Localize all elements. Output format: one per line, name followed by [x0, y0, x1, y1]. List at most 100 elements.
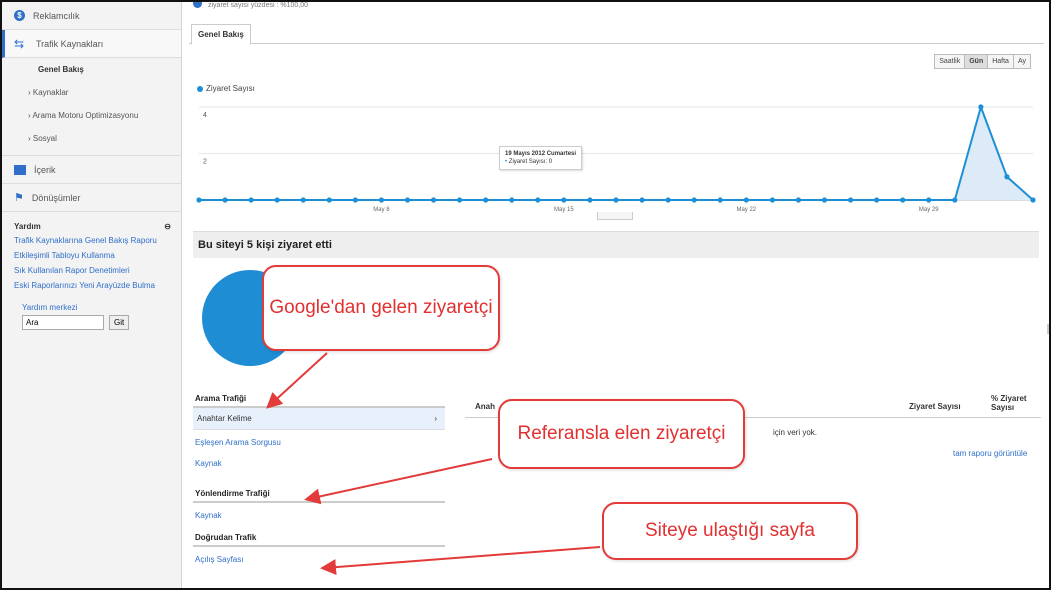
- help-center: Yardım merkezi Git: [14, 303, 171, 330]
- tab-bar: Genel Bakış: [189, 22, 1044, 45]
- top-summary: ziyaret sayısı yüzdesi : %100,00: [193, 2, 308, 9]
- visits-chart[interactable]: 4 2 May 8 May 15 May 22 May 29: [183, 92, 1049, 222]
- help-search-input[interactable]: [22, 315, 104, 330]
- help-link[interactable]: Sık Kullanılan Rapor Denetimleri: [14, 265, 171, 276]
- collapse-icon[interactable]: ⊖: [164, 222, 171, 231]
- callout-referral-visitor: Referansla elen ziyaretçi: [498, 399, 745, 469]
- chart-scroll-handle[interactable]: [597, 212, 633, 220]
- data-point: [222, 197, 228, 203]
- data-point: [378, 197, 385, 203]
- data-point: [509, 197, 515, 203]
- search-traffic-section: Arama Trafiği Anahtar Kelime › Eşleşen A…: [193, 394, 445, 468]
- sidebar-subitem-overview[interactable]: Genel Bakış: [2, 58, 181, 81]
- direct-traffic-section: Doğrudan Trafik Açılış Sayfası: [193, 533, 445, 564]
- legend-dot-icon: [197, 85, 203, 92]
- chevron-right-icon: ›: [434, 414, 437, 423]
- data-point: [952, 197, 958, 203]
- sidebar-item-traffic-sources[interactable]: ⇆ Trafik Kaynakları: [2, 30, 181, 58]
- tooltip-date: 19 Mayıs 2012 Cumartesi: [505, 151, 577, 157]
- landing-page-link[interactable]: Açılış Sayfası: [193, 547, 445, 564]
- data-point: [639, 197, 645, 203]
- sidebar-subitem-social[interactable]: › Sosyal: [2, 127, 181, 150]
- data-point: [926, 197, 932, 203]
- help-header: Yardım ⊖: [14, 222, 171, 231]
- data-point: [1030, 197, 1036, 203]
- range-day-button[interactable]: Gün: [965, 55, 989, 68]
- referral-source-link[interactable]: Kaynak: [193, 503, 445, 520]
- range-hourly-button[interactable]: Saatlik: [935, 55, 966, 68]
- column-header-visit-percent[interactable]: % Ziyaret Sayısı: [991, 394, 1041, 412]
- search-traffic-title: Arama Trafiği: [193, 394, 445, 408]
- data-point: [795, 197, 802, 203]
- flag-icon: ⚑: [14, 192, 24, 204]
- summary-text: ziyaret sayısı yüzdesi : %100,00: [208, 2, 308, 9]
- tooltip-bullet: •: [505, 159, 508, 165]
- data-point: [613, 197, 619, 203]
- help-link[interactable]: Eski Raporlarınızı Yeni Arayüzde Bulma: [14, 280, 171, 291]
- tab-overview[interactable]: Genel Bakış: [191, 24, 251, 45]
- data-point: [691, 197, 697, 203]
- help-panel: Yardım ⊖ Trafik Kaynaklarına Genel Bakış…: [2, 212, 181, 330]
- data-point: [274, 197, 280, 203]
- callout-google-visitor: Google'dan gelen ziyaretçi: [262, 265, 500, 351]
- data-point: [300, 197, 306, 203]
- full-report-link[interactable]: tam raporu görüntüle: [953, 449, 1027, 458]
- help-center-label[interactable]: Yardım merkezi: [22, 303, 171, 312]
- help-link[interactable]: Etkileşimli Tabloyu Kullanma: [14, 250, 171, 261]
- go-button[interactable]: Git: [109, 315, 130, 330]
- matched-query-link[interactable]: Eşleşen Arama Sorgusu: [193, 430, 445, 447]
- chart-tooltip: 19 Mayıs 2012 Cumartesi • Ziyaret Sayısı…: [499, 146, 583, 170]
- data-point: [847, 197, 854, 203]
- dollar-icon: $: [14, 10, 25, 21]
- help-title: Yardım: [14, 222, 41, 231]
- data-point: [457, 197, 463, 203]
- sidebar: $ Reklamcılık ⇆ Trafik Kaynakları Genel …: [2, 2, 182, 588]
- x-tick-label: May 29: [919, 207, 939, 213]
- sidebar-item-label: Reklamcılık: [33, 10, 80, 21]
- data-point: [1004, 174, 1010, 180]
- data-point: [717, 197, 723, 203]
- range-selector: Saatlik Gün Hafta Ay: [934, 54, 1031, 69]
- data-point: [769, 197, 775, 203]
- x-tick-label: May 22: [736, 207, 756, 213]
- sidebar-subitem-sources[interactable]: › Kaynaklar: [2, 81, 181, 104]
- traffic-arrows-icon: ⇆: [14, 36, 25, 51]
- keyword-row[interactable]: Anahtar Kelime ›: [193, 408, 445, 430]
- data-point: [900, 197, 906, 203]
- data-point: [874, 197, 880, 203]
- sidebar-subitem-seo[interactable]: › Arama Motoru Optimizasyonu: [2, 104, 181, 127]
- sidebar-item-conversions[interactable]: ⚑ Dönüşümler: [2, 184, 181, 212]
- keyword-label: Anahtar Kelime: [197, 414, 252, 423]
- data-point: [430, 197, 437, 203]
- screenshot-frame: $ Reklamcılık ⇆ Trafik Kaynakları Genel …: [0, 0, 1051, 590]
- range-month-button[interactable]: Ay: [1013, 55, 1030, 68]
- x-tick-label: May 8: [373, 207, 390, 213]
- y-tick-label: 2: [203, 159, 207, 166]
- tooltip-value: • Ziyaret Sayısı: 0: [505, 158, 576, 166]
- sidebar-item-label: Dönüşümler: [31, 192, 81, 203]
- segment-dot-icon: [193, 2, 202, 8]
- column-header-keyword[interactable]: Anah: [475, 402, 495, 411]
- search-source-link[interactable]: Kaynak: [193, 447, 445, 468]
- callout-landing-page: Siteye ulaştığı sayfa: [602, 502, 858, 560]
- data-point: [561, 197, 567, 203]
- sidebar-item-advertising[interactable]: $ Reklamcılık: [2, 2, 181, 30]
- y-tick-label: 4: [203, 112, 207, 119]
- visitors-summary: Bu siteyi 5 kişi ziyaret etti: [193, 231, 1039, 258]
- referral-traffic-section: Yönlendirme Trafiği Kaynak: [193, 489, 445, 520]
- data-point: [743, 197, 749, 203]
- data-point: [483, 197, 489, 203]
- sidebar-item-content[interactable]: İçerik: [2, 156, 181, 184]
- help-link[interactable]: Trafik Kaynaklarına Genel Bakış Raporu: [14, 235, 171, 246]
- edge-marker: [1047, 324, 1049, 334]
- data-point: [326, 197, 332, 203]
- content-icon: [14, 164, 26, 175]
- data-point: [535, 197, 541, 203]
- no-data-text: için veri yok.: [773, 428, 818, 437]
- data-point: [978, 104, 984, 110]
- x-tick-label: May 15: [554, 207, 574, 213]
- range-week-button[interactable]: Hafta: [988, 55, 1014, 68]
- column-header-visits[interactable]: Ziyaret Sayısı: [909, 402, 961, 411]
- direct-traffic-title: Doğrudan Trafik: [193, 533, 445, 547]
- data-point: [821, 197, 828, 203]
